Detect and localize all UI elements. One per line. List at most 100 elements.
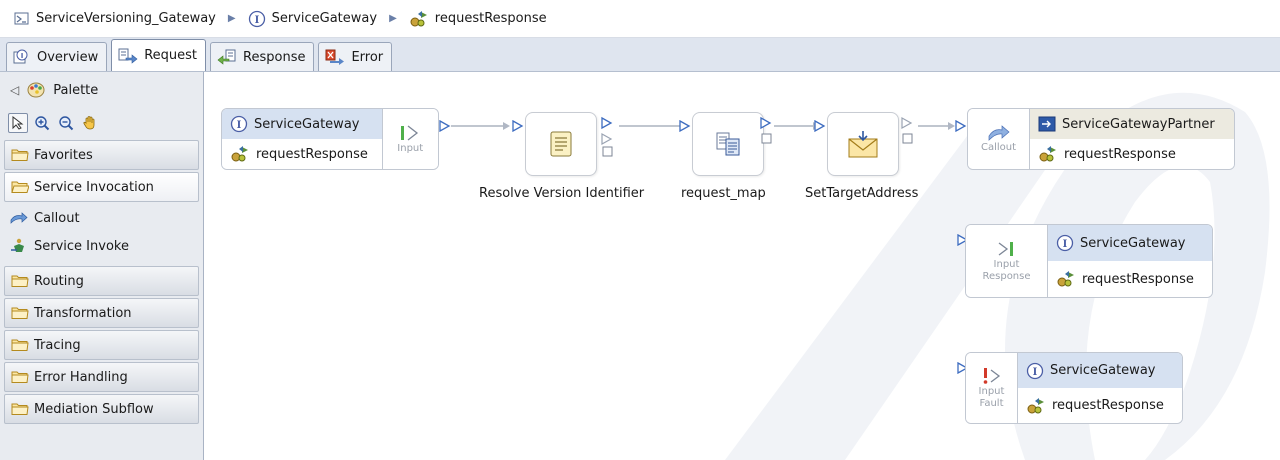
breadcrumb-module-label: ServiceVersioning_Gateway xyxy=(36,11,216,26)
palette-title: Palette xyxy=(53,82,99,98)
input-response-interface: ServiceGateway xyxy=(1080,235,1186,251)
operation-icon xyxy=(1027,397,1044,413)
drawer-transformation[interactable]: Transformation xyxy=(4,298,199,328)
palette-entry-service-invoke-label: Service Invoke xyxy=(34,238,129,254)
input-fault-node[interactable]: Input Fault I ServiceGateway requestResp… xyxy=(965,352,1183,424)
interface-icon: I xyxy=(1026,362,1044,379)
callout-node[interactable]: Callout ServiceGatewayPartner requestRes… xyxy=(967,108,1235,170)
input-response-terminal-icon xyxy=(998,242,1013,256)
tab-overview-label: Overview xyxy=(37,49,99,65)
callout-icon xyxy=(10,212,28,224)
svg-text:I: I xyxy=(21,52,24,60)
drawer-favorites-label: Favorites xyxy=(34,147,93,163)
input-node[interactable]: I ServiceGateway requestResponse Input xyxy=(221,108,439,170)
input-fault-operation-row: requestResponse xyxy=(1018,388,1182,423)
mediation-flow-canvas[interactable]: I ServiceGateway requestResponse Input R… xyxy=(205,72,1280,460)
operation-icon xyxy=(410,10,427,26)
drawer-tracing-label: Tracing xyxy=(34,337,81,353)
input-fault-terminal-icon xyxy=(983,368,1000,384)
drawer-favorites[interactable]: Favorites xyxy=(4,140,199,170)
tab-response[interactable]: Response xyxy=(210,42,315,71)
in-terminal-icon[interactable] xyxy=(512,120,524,132)
breadcrumb-item-module[interactable]: ServiceVersioning_Gateway xyxy=(14,11,216,27)
drawer-mediation-subflow-label: Mediation Subflow xyxy=(34,401,154,417)
breadcrumb-interface-label: ServiceGateway xyxy=(271,11,378,26)
breadcrumb-separator-icon: ▶ xyxy=(227,13,236,24)
mediation-module-icon xyxy=(14,12,29,24)
output-terminal-icon[interactable] xyxy=(439,120,451,132)
out-terminal-icon[interactable] xyxy=(601,116,615,158)
input-response-terminal-line1: Input xyxy=(993,259,1020,270)
message-element-setter-icon xyxy=(848,131,878,158)
input-response-node[interactable]: Input Response I ServiceGateway requestR… xyxy=(965,224,1213,298)
hand-icon xyxy=(83,116,95,130)
input-fault-terminal-line2: Fault xyxy=(979,398,1004,409)
request-map-primitive[interactable] xyxy=(692,112,764,176)
tab-request-label: Request xyxy=(144,48,198,63)
request-flow-icon xyxy=(118,48,138,64)
editor-tabs: I Overview Request Response Error xyxy=(0,38,1280,72)
resolve-version-identifier-primitive[interactable] xyxy=(525,112,597,176)
palette: ◁ Palette Favorites Service Invocation C… xyxy=(0,72,204,460)
reference-partner-icon xyxy=(1038,116,1056,132)
custom-mediation-icon xyxy=(550,131,572,157)
breadcrumb-item-interface[interactable]: I ServiceGateway xyxy=(248,10,377,28)
callout-terminal[interactable]: Callout xyxy=(968,109,1030,169)
palette-header[interactable]: ◁ Palette xyxy=(0,72,203,108)
svg-text:I: I xyxy=(1033,367,1038,378)
palette-entry-callout[interactable]: Callout xyxy=(0,204,203,232)
collapse-palette-icon[interactable]: ◁ xyxy=(10,83,19,97)
breadcrumb-operation-label: requestResponse xyxy=(434,11,547,26)
set-target-address-primitive[interactable] xyxy=(827,112,899,176)
input-fault-interface-row: I ServiceGateway xyxy=(1018,353,1182,388)
tab-response-label: Response xyxy=(243,49,306,65)
drawer-service-invocation-label: Service Invocation xyxy=(34,179,154,195)
zoom-out-icon xyxy=(59,116,74,131)
service-invoke-icon xyxy=(11,238,24,252)
folder-icon xyxy=(11,307,29,319)
breadcrumb-separator-icon: ▶ xyxy=(389,13,397,24)
breadcrumb: ServiceVersioning_Gateway ▶ I ServiceGat… xyxy=(0,0,1280,38)
svg-text:I: I xyxy=(1063,239,1068,250)
drawer-error-handling-label: Error Handling xyxy=(34,369,128,385)
drawer-error-handling[interactable]: Error Handling xyxy=(4,362,199,392)
pan-tool[interactable] xyxy=(80,113,100,133)
tab-overview[interactable]: I Overview xyxy=(6,42,108,71)
out-terminal-icon[interactable] xyxy=(760,116,774,146)
palette-tools xyxy=(0,108,203,138)
tab-request[interactable]: Request xyxy=(111,39,207,71)
input-response-terminal[interactable]: Input Response xyxy=(966,225,1048,297)
folder-icon xyxy=(11,149,29,161)
drawer-mediation-subflow[interactable]: Mediation Subflow xyxy=(4,394,199,424)
in-terminal-icon[interactable] xyxy=(679,120,691,132)
xsl-transformation-icon xyxy=(716,132,740,156)
input-response-operation-row: requestResponse xyxy=(1048,261,1212,297)
input-node-operation: requestResponse xyxy=(256,146,368,162)
input-response-interface-row: I ServiceGateway xyxy=(1048,225,1212,261)
tab-error[interactable]: Error xyxy=(318,42,393,71)
drawer-service-invocation[interactable]: Service Invocation xyxy=(4,172,199,202)
drawer-routing[interactable]: Routing xyxy=(4,266,199,296)
callout-operation: requestResponse xyxy=(1064,146,1176,162)
zoom-out-tool[interactable] xyxy=(56,113,76,133)
callout-node-label: ServiceGatewayPartner requestResponse xyxy=(1030,109,1234,169)
input-node-interface: ServiceGateway xyxy=(254,116,360,132)
overview-icon: I xyxy=(13,49,28,64)
out-terminal-icon[interactable] xyxy=(901,116,915,146)
input-terminal[interactable]: Input xyxy=(382,109,438,169)
zoom-in-tool[interactable] xyxy=(32,113,52,133)
in-terminal-icon[interactable] xyxy=(814,120,826,132)
operation-icon xyxy=(231,146,248,162)
select-tool[interactable] xyxy=(8,113,28,133)
zoom-in-icon xyxy=(35,116,50,131)
folder-icon xyxy=(11,339,29,351)
drawer-tracing[interactable]: Tracing xyxy=(4,330,199,360)
operation-icon xyxy=(1057,271,1074,287)
breadcrumb-item-operation[interactable]: requestResponse xyxy=(409,10,547,28)
folder-icon xyxy=(11,403,29,415)
input-fault-terminal[interactable]: Input Fault xyxy=(966,353,1018,423)
input-fault-terminal-line1: Input xyxy=(978,386,1005,397)
in-terminal-icon[interactable] xyxy=(955,120,967,132)
input-fault-operation: requestResponse xyxy=(1052,398,1164,413)
palette-entry-service-invoke[interactable]: Service Invoke xyxy=(0,232,203,260)
